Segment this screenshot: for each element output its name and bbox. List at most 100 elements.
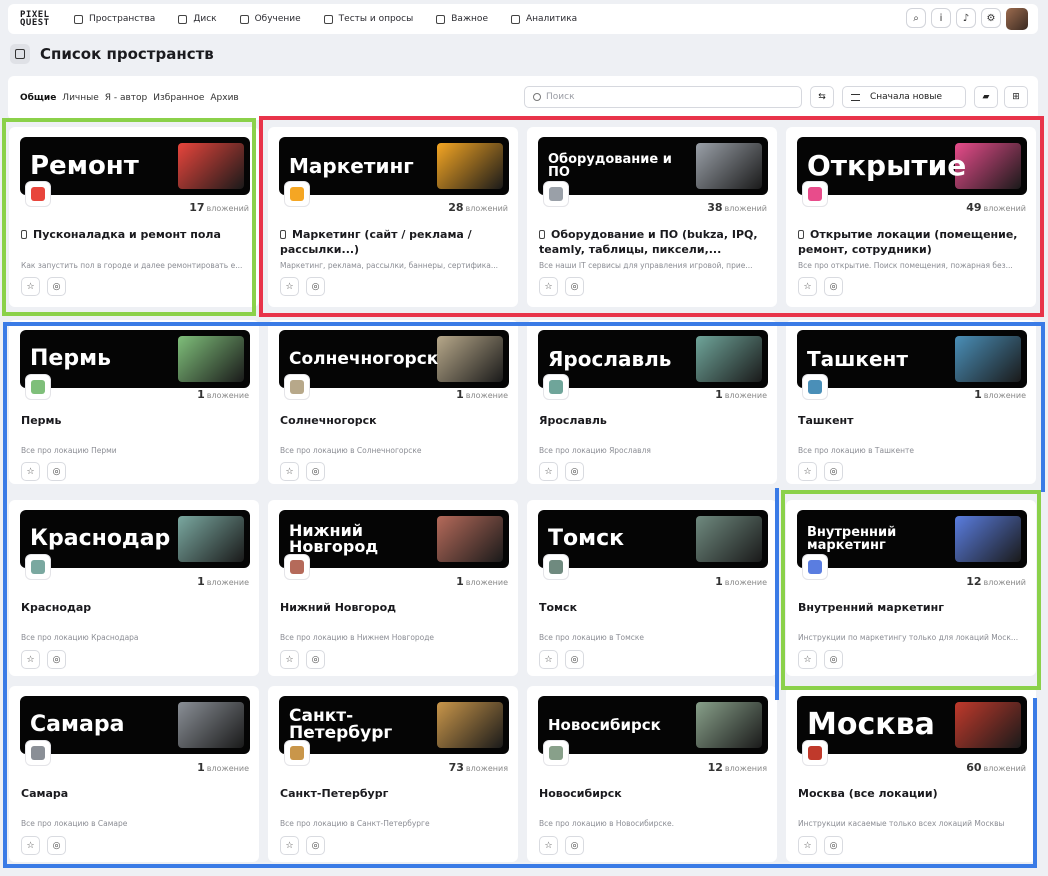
space-card[interactable]: Краснодар 1 вложение Краснодар Все про локац… (9, 500, 259, 676)
nav-label: Обучение (254, 14, 301, 24)
settings-icon[interactable]: ◎ (306, 836, 325, 855)
settings-icon[interactable]: ◎ (824, 836, 843, 855)
tab-archive[interactable]: Архив (210, 93, 238, 103)
space-card[interactable]: Ярославль 1 вложение Ярославль Все про локац… (527, 320, 777, 484)
star-icon[interactable]: ☆ (539, 650, 558, 669)
space-icon (285, 182, 309, 206)
count-unit: вложений (465, 204, 508, 213)
space-title[interactable]: Пермь (21, 413, 247, 428)
card-actions: ☆ ◎ (21, 836, 73, 855)
attachments-count: 1 вложение (715, 388, 767, 401)
settings-icon[interactable]: ◎ (565, 277, 584, 296)
swap-icon[interactable]: ⇆ (810, 86, 834, 108)
folder-icon[interactable]: ▰ (974, 86, 998, 108)
settings-icon[interactable]: ◎ (824, 462, 843, 481)
space-title[interactable]: Маркетинг (сайт / реклама / рассылки...) (280, 227, 506, 257)
space-title[interactable]: Новосибирск (539, 786, 765, 801)
space-title[interactable]: Москва (все локации) (798, 786, 1024, 801)
tab-personal[interactable]: Личные (62, 93, 98, 103)
space-title[interactable]: Томск (539, 600, 765, 615)
sort-dropdown[interactable]: Сначала новые (842, 86, 966, 108)
search-input[interactable]: Поиск (524, 86, 802, 108)
settings-icon[interactable]: ◎ (565, 462, 584, 481)
space-title[interactable]: Открытие локации (помещение, ремонт, сот… (798, 227, 1024, 257)
search-icon[interactable]: ⌕ (906, 8, 926, 28)
space-card[interactable]: Солнечногорск 1 вложение Солнечногорск Все п… (268, 320, 518, 484)
space-card[interactable]: Оборудование и ПО 38 вложений Оборудование … (527, 127, 777, 307)
nav-item-learning[interactable]: Обучение (239, 14, 301, 24)
count-value: 12 (707, 761, 723, 774)
star-icon[interactable]: ☆ (280, 836, 299, 855)
space-title[interactable]: Ярославль (539, 413, 765, 428)
star-icon[interactable]: ☆ (798, 462, 817, 481)
space-title[interactable]: Оборудование и ПО (bukza, IPQ, teamly, т… (539, 227, 765, 257)
gear-icon[interactable]: ⚙ (981, 8, 1001, 28)
space-card[interactable]: Самара 1 вложение Самара Все про локацию в С… (9, 686, 259, 862)
space-card[interactable]: Пермь 1 вложение Пермь Все про локацию Перми… (9, 320, 259, 484)
space-card[interactable]: Санкт-Петербург 73 вложения Санкт-Петербург… (268, 686, 518, 862)
attachments-count: 1 вложение (197, 575, 249, 588)
settings-icon[interactable]: ◎ (306, 277, 325, 296)
space-banner: Томск (538, 510, 768, 568)
star-icon[interactable]: ☆ (798, 650, 817, 669)
nav-item-analytics[interactable]: Аналитика (510, 14, 577, 24)
star-icon[interactable]: ☆ (539, 836, 558, 855)
banner-text: Нижний Новгород (289, 521, 379, 556)
settings-icon[interactable]: ◎ (565, 836, 584, 855)
space-title[interactable]: Самара (21, 786, 247, 801)
space-card[interactable]: Москва 60 вложений Москва (все локации) Инст… (786, 686, 1036, 862)
space-description: Инструкции касаемые только всех локаций … (798, 819, 1005, 828)
star-icon[interactable]: ☆ (280, 462, 299, 481)
nav-item-spaces[interactable]: Пространства (74, 14, 155, 24)
tab-favorites[interactable]: Избранное (153, 93, 204, 103)
info-icon[interactable]: i (931, 8, 951, 28)
nav-item-tests[interactable]: Тесты и опросы (323, 14, 413, 24)
space-card[interactable]: Нижний Новгород 1 вложение Нижний Новгород В… (268, 500, 518, 676)
settings-icon[interactable]: ◎ (47, 462, 66, 481)
star-icon[interactable]: ☆ (280, 277, 299, 296)
space-title[interactable]: Внутренний маркетинг (798, 600, 1024, 615)
settings-icon[interactable]: ◎ (824, 277, 843, 296)
settings-icon[interactable]: ◎ (47, 277, 66, 296)
settings-icon[interactable]: ◎ (306, 462, 325, 481)
star-icon[interactable]: ☆ (21, 277, 40, 296)
space-title[interactable]: Солнечногорск (280, 413, 506, 428)
space-card[interactable]: Маркетинг 28 вложений Маркетинг (сайт / рек… (268, 127, 518, 307)
nav-item-disk[interactable]: Диск (178, 14, 217, 24)
space-card[interactable]: Внутренний маркетинг 12 вложений Внутренний… (786, 500, 1036, 676)
space-title[interactable]: Ташкент (798, 413, 1024, 428)
star-icon[interactable]: ☆ (21, 462, 40, 481)
star-icon[interactable]: ☆ (539, 462, 558, 481)
space-card[interactable]: Ремонт 17 вложений Пусконаладка и ремонт по… (9, 127, 259, 307)
settings-icon[interactable]: ◎ (824, 650, 843, 669)
nav-item-important[interactable]: Важное (436, 14, 488, 24)
tab-common[interactable]: Общие (20, 93, 56, 103)
settings-icon[interactable]: ◎ (565, 650, 584, 669)
star-icon[interactable]: ☆ (280, 650, 299, 669)
space-title-text: Пермь (21, 414, 62, 427)
bell-icon[interactable]: ♪ (956, 8, 976, 28)
star-icon[interactable]: ☆ (539, 277, 558, 296)
star-icon[interactable]: ☆ (21, 836, 40, 855)
star-icon[interactable]: ☆ (798, 277, 817, 296)
settings-icon[interactable]: ◎ (47, 650, 66, 669)
tab-author[interactable]: Я - автор (105, 93, 148, 103)
space-card[interactable]: Открытие 49 вложений Открытие локации (поме… (786, 127, 1036, 307)
space-card[interactable]: Ташкент 1 вложение Ташкент Все про локацию в… (786, 320, 1036, 484)
avatar[interactable] (1006, 8, 1028, 30)
space-title[interactable]: Краснодар (21, 600, 247, 615)
space-description: Все про локацию в Самаре (21, 819, 128, 828)
banner-text: Самара (30, 712, 125, 737)
star-icon[interactable]: ☆ (798, 836, 817, 855)
space-title[interactable]: Пусконаладка и ремонт пола (21, 227, 247, 242)
space-card[interactable]: Новосибирск 12 вложения Новосибирск Все про … (527, 686, 777, 862)
space-title[interactable]: Санкт-Петербург (280, 786, 506, 801)
space-icon (544, 741, 568, 765)
logo[interactable]: PIXEL QUEST (20, 11, 62, 28)
star-icon[interactable]: ☆ (21, 650, 40, 669)
space-title[interactable]: Нижний Новгород (280, 600, 506, 615)
space-card[interactable]: Томск 1 вложение Томск Все про локацию в Том… (527, 500, 777, 676)
grid-view-icon[interactable]: ⊞ (1004, 86, 1028, 108)
settings-icon[interactable]: ◎ (47, 836, 66, 855)
settings-icon[interactable]: ◎ (306, 650, 325, 669)
